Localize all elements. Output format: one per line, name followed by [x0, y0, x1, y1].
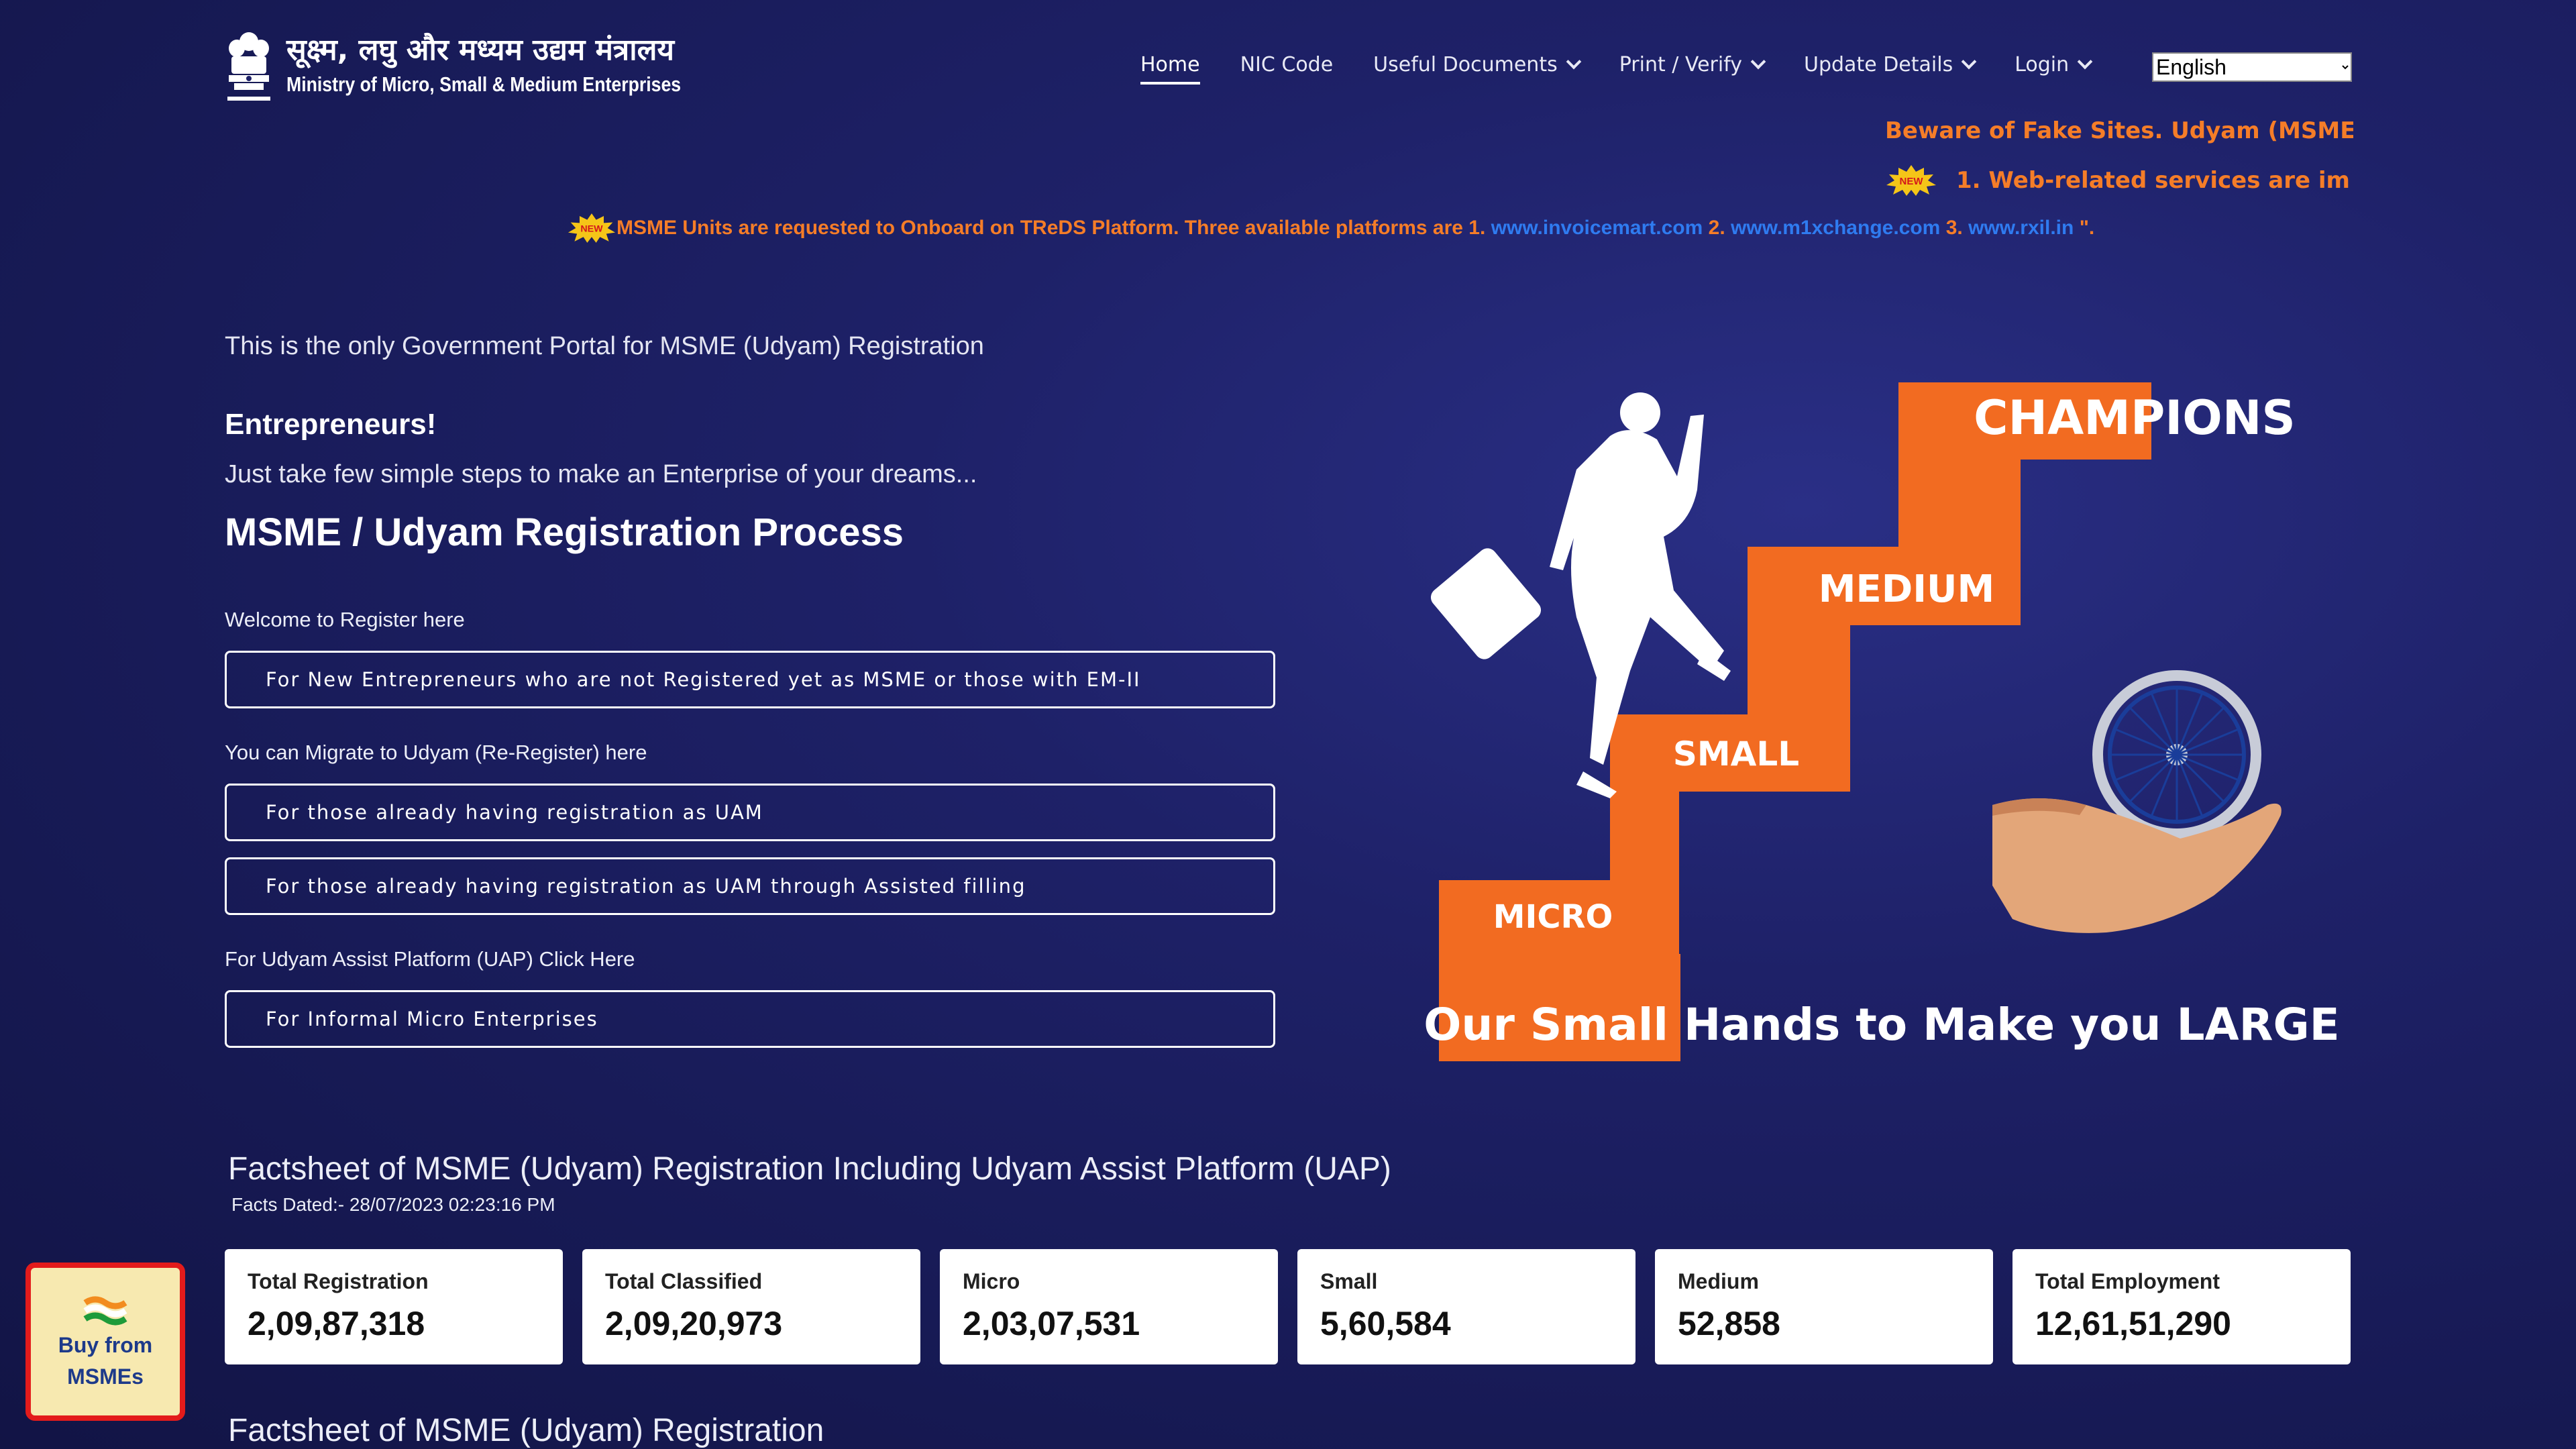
new-entrepreneurs-button[interactable]: For New Entrepreneurs who are not Regist…	[225, 651, 1275, 708]
web-services-text: 1. Web-related services are im	[1956, 167, 2350, 194]
stat-card-value: 12,61,51,290	[2035, 1305, 2231, 1342]
steps-subheading: Just take few simple steps to make an En…	[225, 460, 977, 488]
uap-label: For Udyam Assist Platform (UAP) Click He…	[225, 947, 635, 971]
hand-with-wheel-icon	[1992, 670, 2282, 933]
staircase-icon	[1439, 382, 2151, 1061]
nav-nic-code[interactable]: NIC Code	[1240, 53, 1334, 76]
stat-card-title: Small	[1320, 1269, 1378, 1293]
stat-card-value: 2,03,07,531	[963, 1305, 1140, 1342]
portal-tagline: This is the only Government Portal for M…	[225, 332, 984, 360]
buy-from-msmes-button[interactable]: Buy from MSMEs	[25, 1263, 185, 1421]
ministry-logo[interactable]: सूक्ष्म, लघु और मध्यम उद्यम मंत्रालय Min…	[225, 20, 681, 107]
page-title: MSME / Udyam Registration Process	[225, 511, 904, 554]
logo-english-text: Ministry of Micro, Small & Medium Enterp…	[286, 72, 682, 96]
buy-line-2: MSMEs	[67, 1364, 144, 1389]
web-services-marquee: NEW 1. Web-related services are im	[1885, 165, 2353, 196]
uam-assisted-button[interactable]: For those already having registration as…	[225, 857, 1275, 915]
nav-update-details-label: Update Details	[1804, 52, 1953, 76]
buy-line-1: Buy from	[58, 1333, 153, 1357]
factsheet-second-title: Factsheet of MSME (Udyam) Registration	[228, 1413, 824, 1448]
nav-login-label: Login	[2015, 52, 2070, 76]
step-small: SMALL	[1673, 735, 1799, 773]
nav-print-verify-label: Print / Verify	[1619, 52, 1743, 76]
treds-sep-2: 2.	[1708, 217, 1725, 239]
uam-registration-button[interactable]: For those already having registration as…	[225, 784, 1275, 841]
india-flag-icon	[83, 1296, 127, 1326]
entrepreneurs-heading: Entrepreneurs!	[225, 408, 437, 441]
stat-card-title: Total Classified	[605, 1269, 763, 1293]
chevron-down-icon	[1750, 54, 1766, 70]
nav-login[interactable]: Login	[2015, 52, 2093, 76]
treds-notice: NEW MSME Units are requested to Onboard …	[567, 213, 2094, 243]
stat-card-title: Total Employment	[2035, 1269, 2220, 1293]
rxil-link[interactable]: www.rxil.in	[1968, 217, 2074, 239]
nav-useful-documents[interactable]: Useful Documents	[1373, 52, 1582, 76]
stat-card-title: Micro	[963, 1269, 1020, 1293]
m1xchange-link[interactable]: www.m1xchange.com	[1731, 217, 1940, 239]
stat-card-total-classified: Total Classified 2,09,20,973	[582, 1249, 920, 1364]
nav-useful-documents-label: Useful Documents	[1373, 52, 1558, 76]
treds-sep-3: 3.	[1945, 217, 1963, 239]
migrate-label: You can Migrate to Udyam (Re-Register) h…	[225, 741, 647, 764]
step-medium: MEDIUM	[1819, 568, 1995, 611]
stat-card-small: Small 5,60,584	[1297, 1249, 1635, 1364]
stat-card-title: Medium	[1678, 1269, 1759, 1293]
new-badge-text: NEW	[580, 224, 603, 235]
treds-end: ".	[2079, 217, 2095, 239]
chevron-down-icon	[2077, 54, 2093, 70]
nav-update-details[interactable]: Update Details	[1804, 52, 1977, 76]
factsheet-date: Facts Dated:- 28/07/2023 02:23:16 PM	[231, 1194, 555, 1215]
hero-tagline: Our Small Hands to Make you LARGE	[1424, 999, 2339, 1051]
chevron-down-icon	[1566, 54, 1582, 70]
factsheet-title: Factsheet of MSME (Udyam) Registration I…	[228, 1151, 1391, 1187]
stat-card-value: 2,09,87,318	[248, 1305, 425, 1342]
nav-nic-code-label: NIC Code	[1240, 52, 1334, 76]
step-micro: MICRO	[1493, 898, 1613, 936]
stat-card-total-employment: Total Employment 12,61,51,290	[2012, 1249, 2351, 1364]
welcome-label: Welcome to Register here	[225, 608, 465, 631]
stat-card-medium: Medium 52,858	[1655, 1249, 1993, 1364]
new-badge-text: NEW	[1900, 176, 1924, 187]
logo-hindi-text: सूक्ष्म, लघु और मध्यम उद्यम मंत्रालय	[286, 33, 674, 67]
chevron-down-icon	[1961, 54, 1977, 70]
stat-card-micro: Micro 2,03,07,531	[940, 1249, 1278, 1364]
language-select[interactable]: English	[2152, 52, 2352, 82]
new-badge-icon: NEW	[1885, 165, 1937, 196]
invoicemart-link[interactable]: www.invoicemart.com	[1491, 217, 1703, 239]
nav-home[interactable]: Home	[1140, 53, 1200, 85]
treds-text: MSME Units are requested to Onboard on T…	[616, 217, 1486, 239]
national-emblem-icon	[227, 32, 270, 101]
new-badge-icon: NEW	[567, 213, 616, 243]
hero-illustration: MICRO SMALL MEDIUM CHAMPIONS Our Small H…	[1424, 382, 2340, 1061]
stat-card-title: Total Registration	[248, 1269, 429, 1293]
stat-card-value: 52,858	[1678, 1305, 1780, 1342]
nav-home-label: Home	[1140, 52, 1200, 76]
step-champions: CHAMPIONS	[1974, 390, 2296, 445]
stat-card-total-registration: Total Registration 2,09,87,318	[225, 1249, 563, 1364]
nav-print-verify[interactable]: Print / Verify	[1619, 52, 1766, 76]
stat-card-value: 5,60,584	[1320, 1305, 1451, 1342]
main-nav: Home NIC Code Useful Documents Print / V…	[1140, 44, 2131, 85]
informal-micro-button[interactable]: For Informal Micro Enterprises	[225, 990, 1275, 1048]
fake-sites-marquee: Beware of Fake Sites. Udyam (MSME	[1885, 117, 2353, 144]
stat-card-value: 2,09,20,973	[605, 1305, 783, 1342]
